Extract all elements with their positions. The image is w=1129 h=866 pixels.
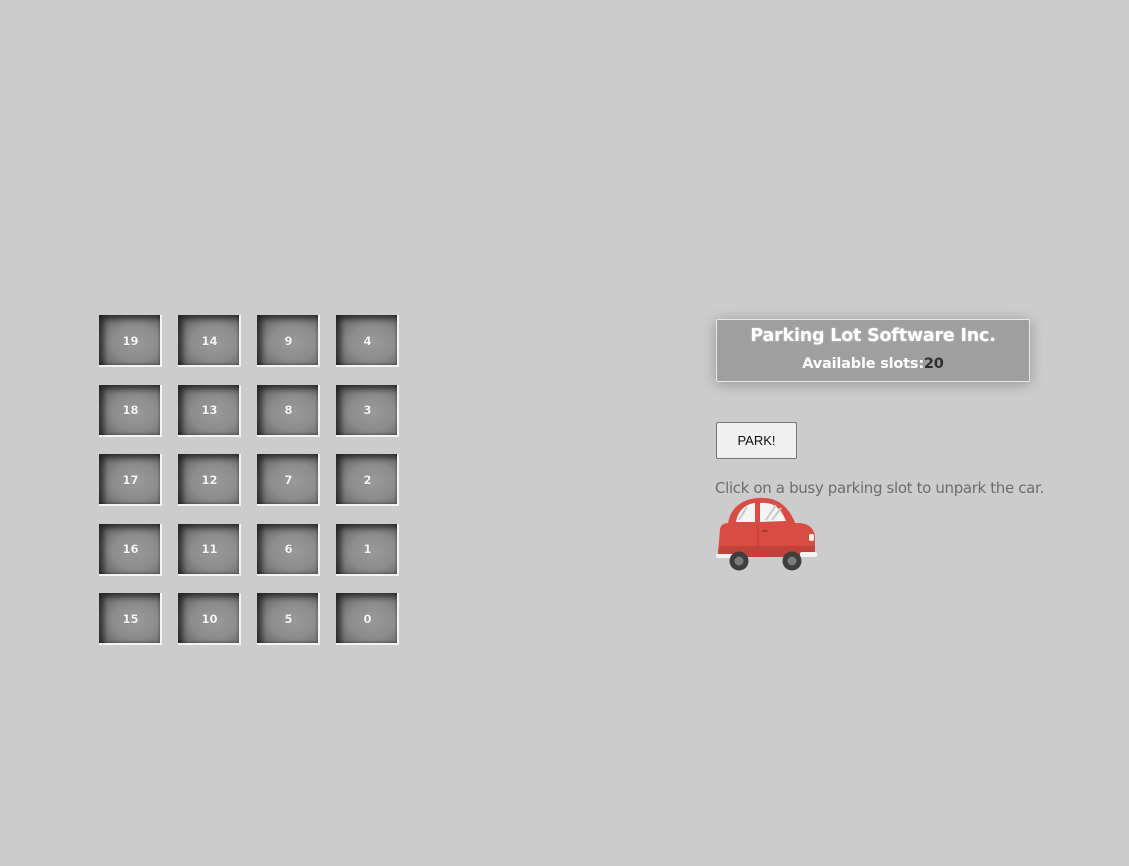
parking-slot[interactable]: 2	[336, 454, 399, 506]
slot-number: 7	[284, 472, 293, 487]
slot-number: 18	[122, 403, 139, 417]
parking-slot[interactable]: 16	[99, 523, 162, 576]
slot-number: 12	[201, 472, 218, 487]
parking-slot[interactable]: 14	[178, 315, 241, 367]
parking-slot[interactable]: 0	[336, 593, 399, 645]
parking-lot-grid: 19 14 9 4 18 13 8 3 17 12 7 2 16 11 6 1 …	[99, 315, 399, 645]
parking-slot[interactable]: 1	[336, 523, 399, 576]
panel-title: Parking Lot Software Inc.	[750, 326, 996, 346]
parking-slot[interactable]: 9	[257, 315, 320, 367]
available-slots-count: 20	[923, 356, 944, 372]
parking-slot[interactable]: 17	[99, 454, 162, 506]
info-panel: Parking Lot Software Inc. Available slot…	[716, 319, 1030, 382]
slot-number: 10	[201, 611, 218, 626]
parking-slot[interactable]: 13	[178, 384, 241, 437]
slot-number: 1	[363, 542, 372, 556]
slot-number: 14	[201, 333, 218, 348]
park-button[interactable]: PARK!	[716, 422, 797, 459]
slot-number: 3	[363, 403, 372, 417]
parking-slot[interactable]: 19	[99, 315, 162, 367]
slot-number: 8	[284, 403, 293, 417]
slot-number: 15	[122, 611, 139, 626]
parking-slot[interactable]: 3	[336, 384, 399, 437]
slot-number: 6	[284, 542, 293, 556]
available-slots: Available slots:20	[717, 356, 1029, 372]
slot-number: 4	[363, 333, 372, 348]
parking-slot[interactable]: 5	[257, 593, 320, 645]
car-icon	[714, 494, 818, 574]
available-slots-label: Available slots:	[802, 356, 924, 372]
parking-slot[interactable]: 12	[178, 454, 241, 506]
slot-number: 11	[201, 542, 218, 556]
slot-number: 17	[122, 472, 139, 487]
parking-slot[interactable]: 4	[336, 315, 399, 367]
parking-slot[interactable]: 11	[178, 523, 241, 576]
parking-slot[interactable]: 7	[257, 454, 320, 506]
slot-number: 13	[201, 403, 218, 417]
slot-number: 0	[363, 611, 372, 626]
parking-slot[interactable]: 10	[178, 593, 241, 645]
parking-slot[interactable]: 15	[99, 593, 162, 645]
slot-number: 16	[122, 542, 139, 556]
slot-number: 5	[284, 611, 293, 626]
slot-number: 19	[122, 333, 139, 348]
parking-slot[interactable]: 18	[99, 384, 162, 437]
slot-number: 2	[363, 472, 372, 487]
parking-slot[interactable]: 6	[257, 523, 320, 576]
slot-number: 9	[284, 333, 293, 348]
parking-slot[interactable]: 8	[257, 384, 320, 437]
